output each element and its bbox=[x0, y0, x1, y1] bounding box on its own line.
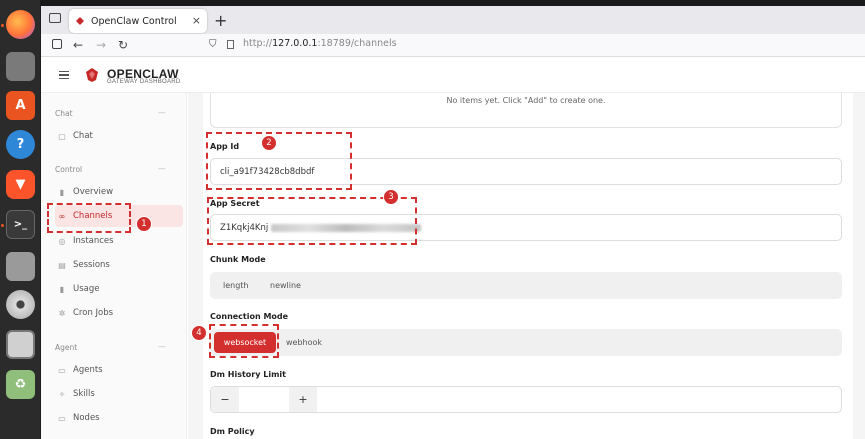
brave-icon[interactable]: ▼ bbox=[6, 170, 35, 199]
sidebar-item-chat[interactable]: ▢ Chat bbox=[55, 125, 183, 147]
brand-subtitle: GATEWAY DASHBOARD bbox=[107, 79, 181, 85]
page-icon bbox=[227, 40, 234, 49]
connection-mode-label: Connection Mode bbox=[210, 312, 289, 321]
sidebar-item-label: Usage bbox=[73, 284, 100, 294]
bar-chart-icon: ▮ bbox=[59, 187, 65, 197]
dm-history-limit-label: Dm History Limit bbox=[210, 370, 286, 379]
app-header: OPENCLAW GATEWAY DASHBOARD bbox=[41, 57, 865, 93]
reload-icon[interactable]: ↻ bbox=[118, 38, 128, 52]
monitor-icon: ▭ bbox=[58, 413, 66, 423]
bar-chart-icon: ▮ bbox=[59, 284, 65, 294]
annotation-box-channels bbox=[47, 203, 131, 233]
url-bar[interactable]: http://127.0.0.1:18789/channels bbox=[243, 38, 397, 49]
collapse-icon[interactable]: — bbox=[158, 164, 166, 173]
document-icon: ▤ bbox=[58, 260, 66, 270]
menu-icon[interactable] bbox=[59, 71, 69, 79]
annotation-box-app-secret bbox=[207, 197, 417, 245]
sidebar-item-label: Agents bbox=[73, 365, 103, 375]
shield-icon: ⛉ bbox=[209, 39, 217, 50]
chunk-mode-option-length[interactable]: length bbox=[223, 272, 249, 299]
new-tab-button[interactable]: + bbox=[214, 11, 227, 30]
tab-list-icon[interactable] bbox=[49, 13, 61, 23]
sidebar-item-sessions[interactable]: ▤ Sessions bbox=[55, 254, 183, 276]
app-center-icon[interactable]: A bbox=[6, 91, 35, 120]
document-viewer-icon[interactable] bbox=[6, 330, 35, 359]
collapse-icon[interactable]: — bbox=[158, 342, 166, 351]
chat-icon: ▢ bbox=[58, 131, 66, 141]
sidebar-item-label: Sessions bbox=[73, 260, 110, 270]
browser-nav-bar: ← → ↻ ⛉ http://127.0.0.1:18789/channels bbox=[41, 34, 865, 57]
url-host: 127.0.0.1 bbox=[272, 38, 318, 49]
sidebar-toggle-icon[interactable] bbox=[52, 39, 62, 49]
chunk-mode-label: Chunk Mode bbox=[210, 255, 266, 264]
sidebar-item-overview[interactable]: ▮ Overview bbox=[55, 181, 183, 203]
url-path: :18789/channels bbox=[317, 38, 397, 49]
tab-title: OpenClaw Control bbox=[91, 15, 177, 27]
ubuntu-dock: A ? ▼ >_ ♻ bbox=[0, 0, 41, 439]
sidebar-item-nodes[interactable]: ▭ Nodes bbox=[55, 407, 183, 429]
sidebar-item-instances[interactable]: ◎ Instances bbox=[55, 230, 183, 252]
dm-history-limit-input[interactable] bbox=[239, 387, 289, 412]
close-icon[interactable]: × bbox=[192, 14, 201, 27]
sidebar-item-label: Chat bbox=[73, 131, 93, 141]
sparkle-icon: ✧ bbox=[58, 389, 66, 399]
browser-tab[interactable]: OpenClaw Control × bbox=[69, 9, 207, 33]
dm-history-limit-stepper: − + bbox=[210, 386, 842, 413]
annotation-badge-4: 4 bbox=[191, 325, 207, 341]
sidebar: Chat — ▢ Chat Control — ▮ Overview ∞ Cha… bbox=[41, 93, 187, 439]
url-scheme: http:// bbox=[243, 38, 273, 49]
connection-mode-option-webhook[interactable]: webhook bbox=[286, 329, 322, 356]
loading-icon: ✲ bbox=[58, 308, 66, 318]
empty-list-message: No items yet. Click "Add" to create one. bbox=[446, 96, 606, 105]
firefox-icon[interactable] bbox=[6, 10, 35, 39]
sidebar-item-usage[interactable]: ▮ Usage bbox=[55, 278, 183, 300]
increment-button[interactable]: + bbox=[289, 387, 317, 412]
sidebar-item-label: Cron Jobs bbox=[73, 308, 114, 318]
sidebar-item-skills[interactable]: ✧ Skills bbox=[55, 383, 183, 405]
annotation-badge-2: 2 bbox=[261, 135, 277, 151]
connection-mode-selector: websocket webhook bbox=[210, 329, 842, 356]
section-title-chat: Chat bbox=[55, 109, 73, 118]
chunk-mode-option-newline[interactable]: newline bbox=[270, 272, 301, 299]
server-icon[interactable] bbox=[6, 252, 35, 281]
openclaw-logo-icon bbox=[86, 68, 98, 82]
annotation-box-websocket bbox=[209, 324, 279, 358]
back-arrow-icon[interactable]: ← bbox=[73, 38, 83, 52]
annotation-badge-1: 1 bbox=[136, 216, 152, 232]
help-icon[interactable]: ? bbox=[6, 130, 35, 159]
files-icon[interactable] bbox=[6, 52, 35, 81]
folder-icon: ▭ bbox=[58, 365, 66, 375]
sidebar-item-agents[interactable]: ▭ Agents bbox=[55, 359, 183, 381]
decrement-button[interactable]: − bbox=[211, 387, 239, 412]
disc-icon[interactable] bbox=[6, 290, 35, 319]
collapse-icon[interactable]: — bbox=[158, 108, 166, 117]
section-title-control: Control bbox=[55, 165, 83, 174]
section-title-agent: Agent bbox=[55, 343, 78, 352]
openclaw-favicon-icon bbox=[76, 17, 84, 25]
sidebar-item-label: Overview bbox=[73, 187, 114, 197]
trash-icon[interactable]: ♻ bbox=[6, 370, 35, 399]
chunk-mode-selector: length newline bbox=[210, 272, 842, 299]
annotation-badge-3: 3 bbox=[383, 189, 399, 205]
sidebar-item-cron-jobs[interactable]: ✲ Cron Jobs bbox=[55, 302, 183, 324]
radio-icon: ◎ bbox=[58, 236, 66, 246]
annotation-box-app-id bbox=[206, 132, 352, 190]
running-indicator bbox=[1, 24, 4, 27]
terminal-icon[interactable]: >_ bbox=[6, 210, 35, 239]
sidebar-item-label: Instances bbox=[73, 236, 114, 246]
forward-arrow-icon[interactable]: → bbox=[96, 38, 106, 52]
empty-list-box: No items yet. Click "Add" to create one. bbox=[210, 93, 842, 128]
sidebar-item-label: Skills bbox=[73, 389, 95, 399]
running-indicator bbox=[1, 224, 4, 227]
browser-tab-bar: OpenClaw Control × + bbox=[41, 0, 865, 34]
sidebar-item-label: Nodes bbox=[73, 413, 100, 423]
dm-policy-label: Dm Policy bbox=[210, 427, 255, 436]
